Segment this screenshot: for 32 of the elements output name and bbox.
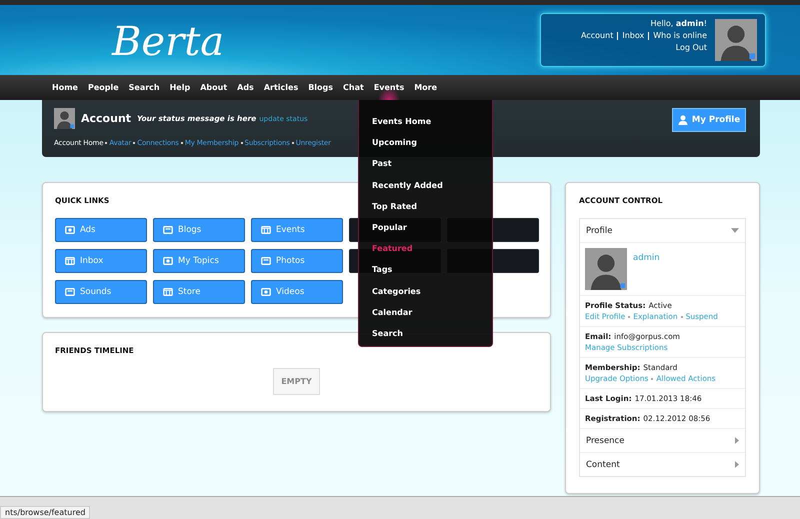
nav-link[interactable]: Articles	[258, 75, 304, 100]
status-url: nts/browse/featured	[0, 506, 90, 519]
section-header[interactable]: Presence	[580, 429, 745, 453]
menu-item[interactable]: Categories	[359, 280, 492, 302]
menu-item[interactable]: Search	[359, 322, 492, 344]
section-header[interactable]: Content	[580, 453, 745, 476]
menu-item[interactable]: Featured	[359, 238, 492, 260]
menu-item[interactable]: Tags	[359, 259, 492, 280]
nav-link[interactable]: More	[409, 75, 442, 100]
nav-link[interactable]: Chat	[338, 75, 369, 100]
account-title: Account	[81, 112, 132, 125]
nav-link[interactable]: Help	[164, 75, 196, 100]
menu-item[interactable]: Top Rated	[359, 196, 492, 217]
nav-link[interactable]: About	[195, 75, 232, 100]
menu-item[interactable]: Events Home	[359, 111, 492, 132]
user-link[interactable]: Account	[581, 31, 614, 40]
nav-link[interactable]: Search	[124, 75, 165, 100]
greeting: Hello, admin!	[650, 19, 707, 28]
logout-link[interactable]: Log Out	[676, 43, 707, 52]
nav-link[interactable]: Home	[47, 75, 83, 100]
user-link[interactable]: Who is online	[653, 31, 707, 40]
menu-item[interactable]: Calendar	[359, 302, 492, 323]
menu-item[interactable]: Upcoming	[359, 132, 492, 154]
menu-item[interactable]: Popular	[359, 216, 492, 238]
nav-link[interactable]: People	[82, 75, 124, 100]
nav-link[interactable]: Ads	[232, 75, 259, 100]
nav-link[interactable]: Blogs	[303, 75, 338, 100]
menu-item[interactable]: Past	[359, 153, 492, 175]
menu-item[interactable]: Recently Added	[359, 174, 492, 196]
profile-section-header[interactable]: Profile	[580, 219, 745, 243]
empty-label: EMPTY	[273, 368, 320, 395]
user-link[interactable]: Inbox	[622, 31, 644, 40]
